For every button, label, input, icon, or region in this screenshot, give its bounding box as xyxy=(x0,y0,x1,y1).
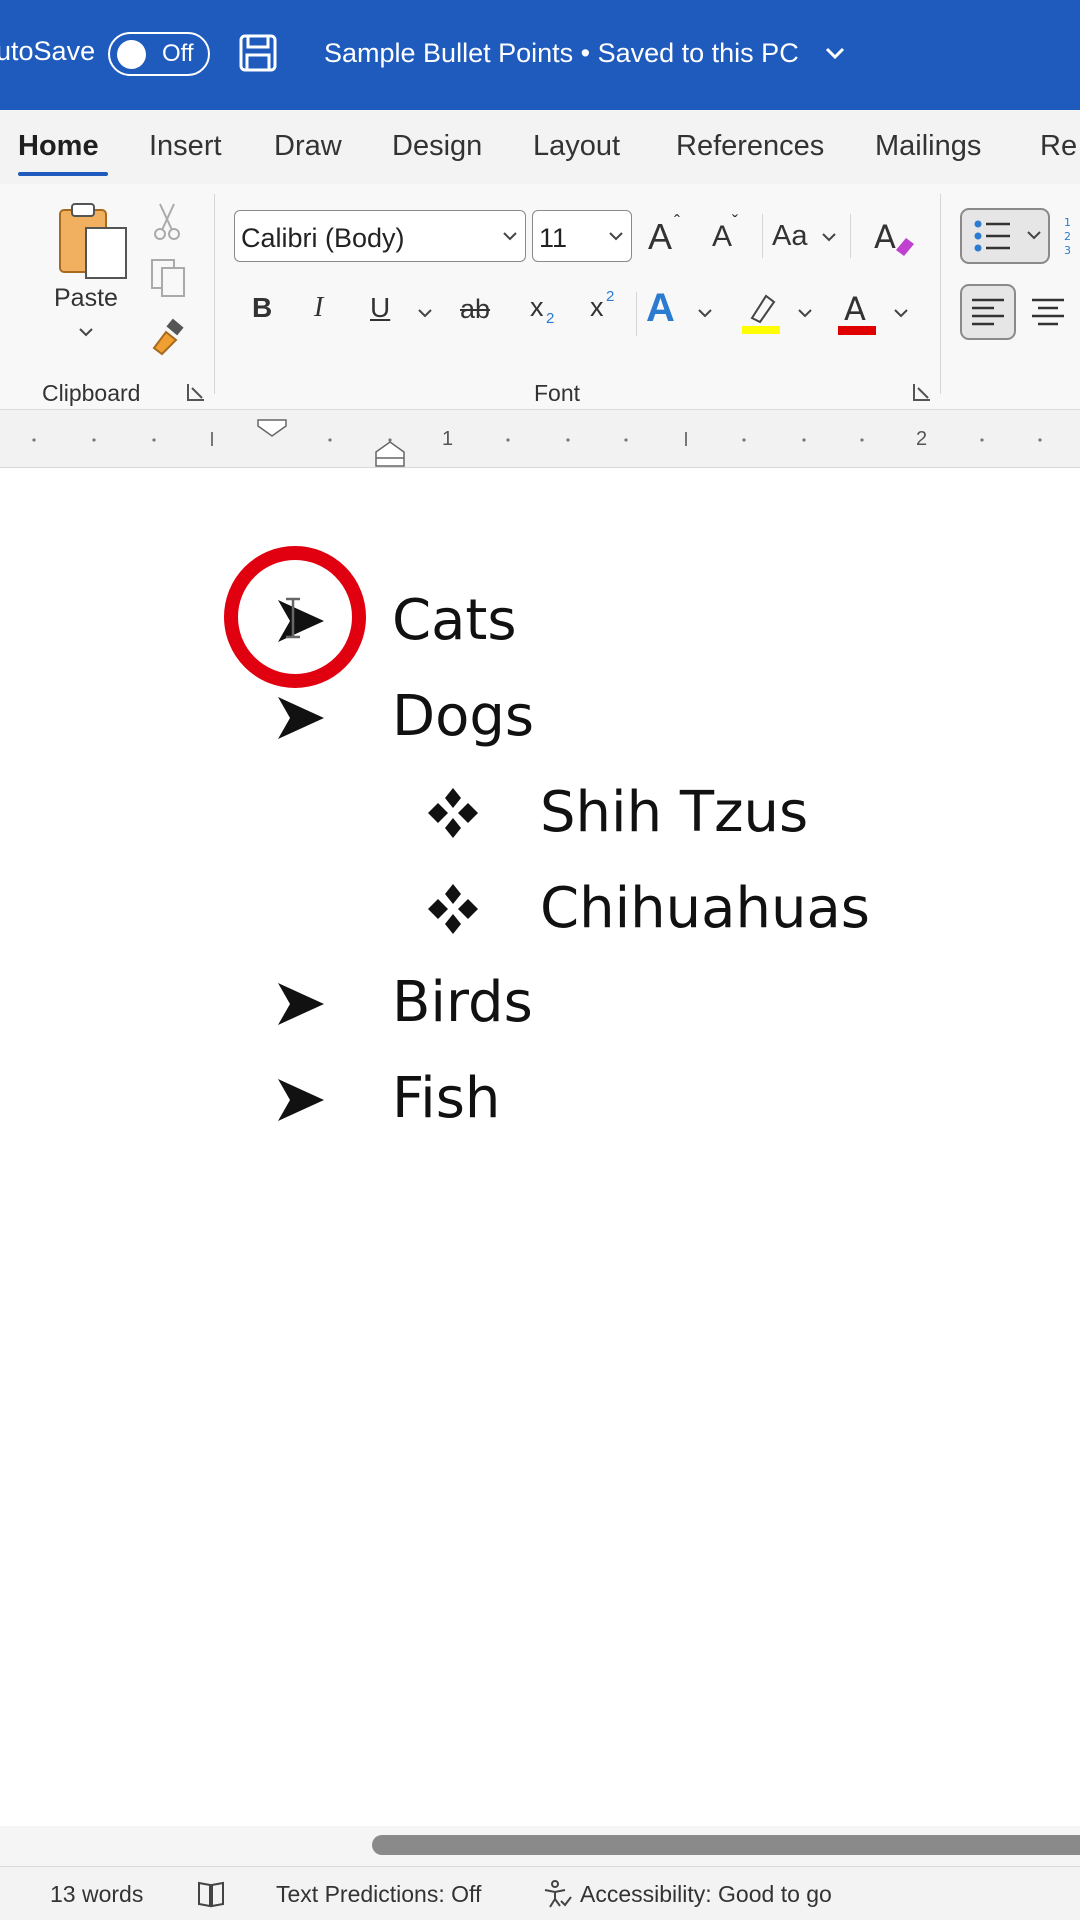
autosave-label: AutoSave xyxy=(0,36,96,66)
ribbon: Paste Clipboard Calibri (Body) 11 A ˆ A … xyxy=(0,184,1080,410)
svg-text:A: A xyxy=(844,290,866,328)
list-item[interactable]: Fish xyxy=(392,1066,500,1131)
list-item[interactable]: Dogs xyxy=(392,684,534,749)
font-group-label: Font xyxy=(534,380,581,406)
font-name-value: Calibri (Body) xyxy=(241,223,405,253)
paste-label[interactable]: Paste xyxy=(54,284,118,313)
divider xyxy=(762,214,763,258)
tab-layout[interactable]: Layout xyxy=(533,130,620,163)
align-left-icon[interactable] xyxy=(960,284,1016,340)
underline-button[interactable]: U xyxy=(370,292,390,324)
arrow-bullet-icon xyxy=(278,1079,324,1121)
autosave-toggle[interactable]: Off xyxy=(108,32,210,76)
font-color-icon[interactable]: A xyxy=(836,288,878,336)
tab-insert[interactable]: Insert xyxy=(149,130,222,163)
list-item[interactable]: Cats xyxy=(392,588,517,653)
clear-formatting-icon[interactable]: A xyxy=(872,214,916,260)
svg-text:1: 1 xyxy=(1064,216,1071,229)
autosave-state: Off xyxy=(162,40,194,67)
divider xyxy=(850,214,851,258)
change-case-button[interactable]: Aa xyxy=(772,220,807,253)
superscript-mark: 2 xyxy=(606,288,615,305)
superscript-button[interactable]: x xyxy=(590,292,604,323)
diamond-bullet-icon xyxy=(428,884,478,934)
chevron-down-icon[interactable] xyxy=(894,308,908,318)
chevron-down-icon[interactable] xyxy=(418,308,432,318)
shrink-font-button[interactable]: A xyxy=(712,220,732,254)
scrollbar-thumb[interactable] xyxy=(372,1835,1080,1855)
arrow-bullet-icon xyxy=(278,983,324,1025)
subscript-button[interactable]: x xyxy=(530,292,544,323)
tab-home[interactable]: Home xyxy=(18,130,99,163)
chevron-down-icon xyxy=(609,232,623,241)
chevron-down-icon[interactable] xyxy=(698,308,712,318)
paste-icon[interactable] xyxy=(56,200,132,282)
title-bar: AutoSave Off Sample Bullet Points • Save… xyxy=(0,0,1080,110)
word-count[interactable]: 13 words xyxy=(50,1881,143,1908)
accessibility-icon[interactable] xyxy=(542,1879,572,1909)
save-icon[interactable] xyxy=(238,33,278,73)
tab-draw[interactable]: Draw xyxy=(274,130,342,163)
strikethrough-button[interactable]: ab xyxy=(460,294,490,325)
subscript-mark: 2 xyxy=(546,310,555,327)
list-item[interactable]: Chihuahuas xyxy=(540,876,870,941)
diamond-bullet-icon xyxy=(428,788,478,838)
highlighter-icon[interactable] xyxy=(740,290,782,336)
ruler-mark: 2 xyxy=(916,428,928,450)
font-size-value: 11 xyxy=(539,223,568,253)
grow-font-button[interactable]: A xyxy=(648,216,672,258)
clipboard-group-label: Clipboard xyxy=(42,380,141,406)
group-divider xyxy=(214,194,215,394)
arrow-bullet-icon xyxy=(278,697,324,739)
font-name-dropdown[interactable]: Calibri (Body) xyxy=(234,210,526,262)
caret-down-icon: ˇ xyxy=(732,212,738,232)
chevron-down-icon[interactable] xyxy=(822,232,836,242)
align-center-icon[interactable] xyxy=(1030,294,1066,330)
proofing-book-icon[interactable] xyxy=(196,1879,226,1909)
text-predictions-status[interactable]: Text Predictions: Off xyxy=(276,1881,481,1908)
text-effects-button[interactable]: A xyxy=(646,286,675,331)
svg-text:2: 2 xyxy=(1064,230,1071,243)
status-bar: 13 words Text Predictions: Off Accessibi… xyxy=(0,1866,1080,1920)
tab-design[interactable]: Design xyxy=(392,130,482,163)
document-title[interactable]: Sample Bullet Points • Saved to this PC xyxy=(324,38,799,69)
chevron-down-icon xyxy=(503,232,517,241)
format-painter-icon[interactable] xyxy=(148,318,190,360)
ruler-mark: 1 xyxy=(442,428,454,450)
tab-review[interactable]: Re xyxy=(1040,130,1077,163)
cut-icon[interactable] xyxy=(152,202,182,242)
caret-up-icon: ˆ xyxy=(674,212,680,232)
dialog-launcher-icon[interactable] xyxy=(186,382,206,402)
document-canvas[interactable] xyxy=(0,470,1080,1826)
font-size-dropdown[interactable]: 11 xyxy=(532,210,632,262)
accessibility-status[interactable]: Accessibility: Good to go xyxy=(580,1881,832,1908)
chevron-down-icon[interactable] xyxy=(798,308,812,318)
list-item[interactable]: Birds xyxy=(392,970,533,1035)
svg-text:A: A xyxy=(874,218,896,256)
dialog-launcher-icon[interactable] xyxy=(912,382,932,402)
italic-button[interactable]: I xyxy=(314,292,323,324)
chevron-down-icon[interactable] xyxy=(78,326,94,338)
ribbon-tabs: Home Insert Draw Design Layout Reference… xyxy=(0,110,1080,184)
text-cursor-icon xyxy=(286,597,300,639)
group-divider xyxy=(940,194,941,394)
svg-text:3: 3 xyxy=(1064,244,1071,257)
list-item[interactable]: Shih Tzus xyxy=(540,780,808,845)
tab-mailings[interactable]: Mailings xyxy=(875,130,981,163)
toggle-knob xyxy=(117,40,146,69)
bullets-button[interactable] xyxy=(960,208,1050,264)
copy-icon[interactable] xyxy=(148,258,188,298)
ruler[interactable]: 1 2 xyxy=(0,410,1080,468)
tab-references[interactable]: References xyxy=(676,130,824,163)
bold-button[interactable]: B xyxy=(252,292,272,324)
chevron-down-icon[interactable] xyxy=(824,42,846,64)
numbering-icon[interactable]: 1 2 3 xyxy=(1062,214,1080,258)
active-tab-indicator xyxy=(18,172,108,176)
divider xyxy=(636,292,637,336)
